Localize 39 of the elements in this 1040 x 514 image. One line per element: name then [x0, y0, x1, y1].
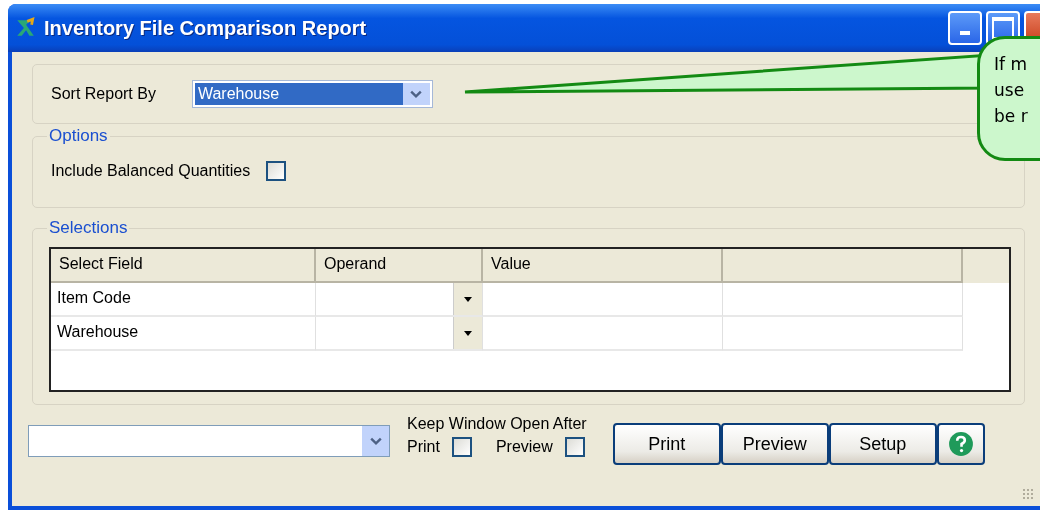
table-cell[interactable] [723, 283, 963, 317]
window-title: Inventory File Comparison Report [44, 16, 368, 40]
chevron-icon [369, 436, 382, 446]
column-header: Select Field [51, 249, 316, 283]
column-header: Value [483, 249, 723, 283]
option-label: Include Balanced Quantities [51, 162, 251, 180]
dropdown-button[interactable] [453, 283, 482, 315]
checkbox[interactable] [451, 437, 472, 457]
minimize-button[interactable] [948, 11, 982, 45]
checkbox-label: Print [407, 438, 440, 456]
action-button[interactable]: Preview [720, 423, 829, 465]
app-logo-icon [14, 17, 36, 39]
operand-cell[interactable] [316, 317, 483, 351]
help-icon [947, 431, 974, 457]
callout-text: be r [994, 105, 1028, 128]
callout-text: If m [994, 53, 1027, 76]
value-cell[interactable] [483, 283, 723, 317]
help-button[interactable] [936, 423, 985, 465]
operand-cell[interactable] [316, 283, 483, 317]
checkbox[interactable] [266, 161, 287, 181]
checkbox-label: Preview [495, 438, 553, 456]
dropdown-button[interactable] [453, 317, 482, 349]
sort-label: Sort Report By [51, 85, 156, 103]
resize-grip-icon [1022, 488, 1034, 500]
keep-open-label: Keep Window Open After [407, 415, 588, 433]
action-button[interactable]: Setup [828, 423, 937, 465]
caret-icon [464, 330, 472, 336]
sort-dropdown[interactable]: Warehouse [191, 80, 433, 108]
options-legend: Options [47, 126, 110, 146]
printer-dropdown[interactable] [28, 425, 390, 457]
chevron-icon [410, 89, 423, 99]
checkbox[interactable] [564, 437, 585, 457]
table-cell[interactable]: Item Code [51, 283, 316, 317]
value-cell[interactable] [483, 317, 723, 351]
action-button[interactable]: Print [612, 423, 721, 465]
callout-text: use [994, 79, 1025, 102]
table-cell[interactable] [723, 317, 963, 351]
table-cell[interactable]: Warehouse [51, 317, 316, 351]
caret-icon [464, 296, 472, 302]
